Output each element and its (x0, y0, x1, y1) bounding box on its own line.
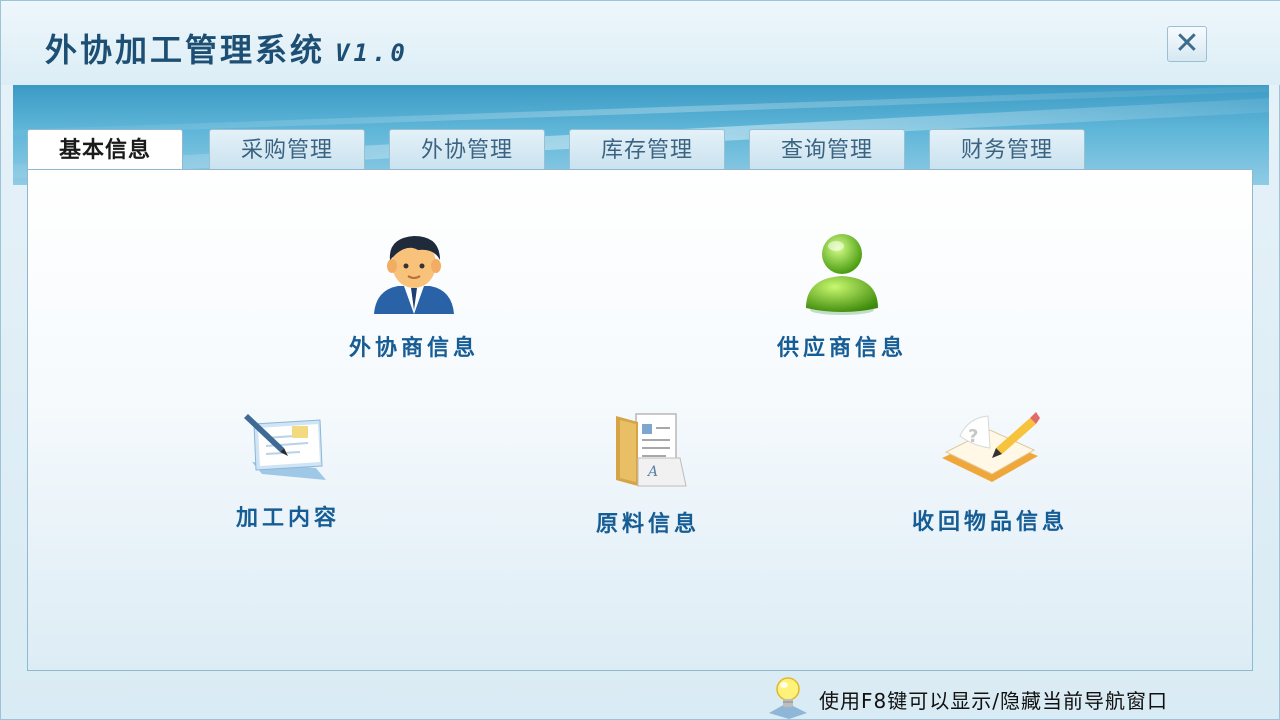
tile-label: 供应商信息 (776, 336, 907, 361)
app-title-text: 外协加工管理系统 (45, 31, 326, 69)
lightbulb-icon (769, 677, 807, 719)
app-version: V1.0 (335, 39, 409, 67)
tile-label: 加工内容 (235, 506, 340, 531)
tile-supplier-info[interactable]: 供应商信息 (762, 230, 922, 362)
notebook-pencil-icon: ? (942, 412, 1040, 482)
tab-finance-management[interactable]: 财务管理 (929, 129, 1085, 171)
app-window: 外协加工管理系统 V1.0 ✕ 基本信息 采购管理 外协管理 库存管理 查询管理 … (0, 0, 1280, 720)
tile-label: 收回物品信息 (911, 510, 1068, 535)
svg-text:A: A (646, 464, 658, 480)
tab-query-management[interactable]: 查询管理 (749, 129, 905, 171)
tab-inventory-management[interactable]: 库存管理 (569, 129, 725, 171)
tab-purchase-management[interactable]: 采购管理 (209, 129, 365, 171)
close-icon: ✕ (1174, 26, 1200, 61)
status-hint-text: 使用F8键可以显示/隐藏当前导航窗口 (819, 689, 1168, 713)
tab-basic-info[interactable]: 基本信息 (27, 129, 183, 173)
svg-text:?: ? (968, 426, 978, 447)
tile-returned-items-info[interactable]: ? 收回物品信息 (890, 408, 1090, 536)
green-user-icon (806, 234, 878, 315)
tab-bar: 基本信息 采购管理 外协管理 库存管理 查询管理 财务管理 (27, 129, 1127, 173)
tile-label: 原料信息 (595, 512, 700, 537)
tile-outsourcer-info[interactable]: 外协商信息 (334, 230, 494, 362)
tile-label: 外协商信息 (348, 336, 479, 361)
close-button[interactable]: ✕ (1167, 26, 1207, 62)
app-title: 外协加工管理系统 V1.0 (45, 25, 409, 71)
business-person-icon (374, 236, 454, 314)
status-bar: 使用F8键可以显示/隐藏当前导航窗口 (1, 673, 1280, 720)
folder-documents-icon: A (616, 413, 687, 487)
tile-processing-content[interactable]: 加工内容 (208, 408, 368, 532)
title-bar: 外协加工管理系统 V1.0 ✕ (1, 1, 1280, 85)
tile-material-info[interactable]: A 原料信息 (568, 408, 728, 538)
tab-outsourcing-management[interactable]: 外协管理 (389, 129, 545, 171)
content-panel: 外协商信息 供应商信息 加工内容 A 原料信息 ? 收回物品信息 (27, 169, 1253, 671)
document-pen-icon (244, 414, 326, 480)
